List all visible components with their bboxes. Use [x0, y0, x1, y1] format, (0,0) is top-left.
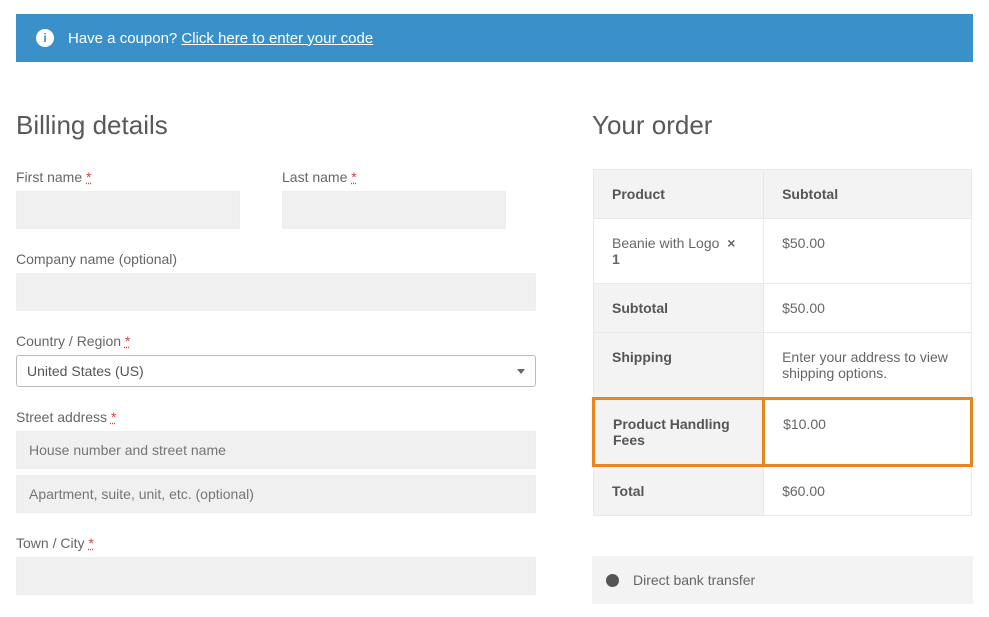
order-heading: Your order [592, 110, 973, 141]
subtotal-value: $50.00 [764, 284, 972, 333]
product-header: Product [594, 170, 764, 219]
payment-box: Direct bank transfer [592, 556, 973, 604]
required-asterisk: * [111, 409, 116, 425]
required-asterisk: * [125, 333, 130, 349]
required-asterisk: * [86, 169, 91, 185]
country-label: Country / Region * [16, 333, 536, 349]
item-name: Beanie with Logo × 1 [594, 219, 764, 284]
item-price: $50.00 [764, 219, 972, 284]
first-name-label: First name * [16, 169, 240, 185]
shipping-value: Enter your address to view shipping opti… [764, 333, 972, 399]
chevron-down-icon [517, 369, 525, 374]
street-input[interactable] [16, 431, 536, 469]
last-name-label: Last name * [282, 169, 506, 185]
table-row: Subtotal $50.00 [594, 284, 972, 333]
city-input[interactable] [16, 557, 536, 595]
radio-icon [606, 574, 619, 587]
order-table: Product Subtotal Beanie with Logo × 1 $5… [592, 169, 973, 516]
info-icon: i [36, 29, 54, 47]
company-input[interactable] [16, 273, 536, 311]
highlighted-row: Product Handling Fees $10.00 [594, 399, 972, 466]
payment-option-label: Direct bank transfer [633, 572, 755, 588]
fees-value: $10.00 [764, 399, 972, 466]
shipping-label: Shipping [594, 333, 764, 399]
apartment-input[interactable] [16, 475, 536, 513]
billing-heading: Billing details [16, 110, 536, 141]
total-value: $60.00 [764, 466, 972, 516]
subtotal-header: Subtotal [764, 170, 972, 219]
total-label: Total [594, 466, 764, 516]
street-label: Street address * [16, 409, 536, 425]
table-row: Total $60.00 [594, 466, 972, 516]
coupon-text: Have a coupon? [68, 30, 177, 47]
last-name-input[interactable] [282, 191, 506, 229]
table-row: Beanie with Logo × 1 $50.00 [594, 219, 972, 284]
city-label: Town / City * [16, 535, 536, 551]
fees-label: Product Handling Fees [594, 399, 764, 466]
required-asterisk: * [88, 535, 93, 551]
country-select[interactable]: United States (US) [16, 355, 536, 387]
first-name-input[interactable] [16, 191, 240, 229]
payment-option-direct-bank[interactable]: Direct bank transfer [606, 572, 959, 588]
subtotal-label: Subtotal [594, 284, 764, 333]
coupon-banner: i Have a coupon? Click here to enter you… [16, 14, 973, 62]
company-label: Company name (optional) [16, 251, 536, 267]
required-asterisk: * [351, 169, 356, 185]
table-row: Shipping Enter your address to view ship… [594, 333, 972, 399]
coupon-link[interactable]: Click here to enter your code [181, 30, 373, 47]
